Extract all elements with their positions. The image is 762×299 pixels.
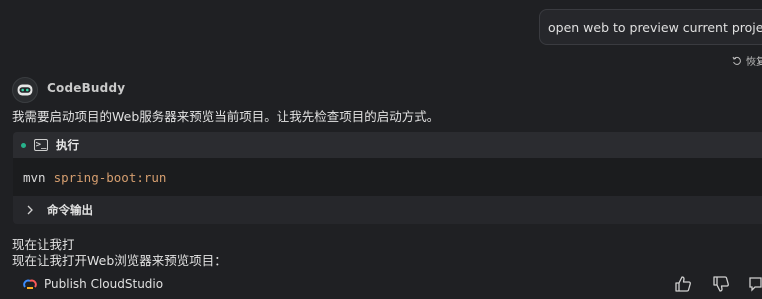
command-code: mvn spring-boot:run [13, 158, 762, 196]
thumbs-up-icon [675, 276, 691, 292]
status-dot-icon [21, 142, 26, 148]
publish-label: Publish CloudStudio [44, 277, 164, 291]
thumbs-down-icon [713, 276, 729, 292]
agent-followup-text: 现在让我打开Web浏览器来预览项目： [12, 253, 227, 268]
execute-title: 执行 [56, 138, 79, 152]
terminal-icon: >_ [34, 139, 48, 151]
more-actions-button[interactable] [746, 274, 762, 294]
user-message-bubble: open web to preview current project [539, 9, 762, 45]
chevron-right-icon [27, 205, 33, 215]
thumbs-down-button[interactable] [711, 274, 731, 294]
restore-button[interactable]: 恢复 [732, 53, 762, 68]
agent-intro-text: 我需要启动项目的Web服务器来预览当前项目。让我先检查项目的启动方式。 [12, 109, 440, 124]
execute-command-block: >_ 执行 mvn spring-boot:run 命令输出 [13, 132, 762, 224]
command-name: mvn [23, 169, 46, 185]
agent-name: CodeBuddy [47, 81, 126, 95]
restore-icon [732, 56, 741, 65]
restore-label: 恢复 [746, 57, 762, 68]
user-message-text: open web to preview current project [548, 19, 762, 35]
thumbs-up-button[interactable] [673, 274, 693, 294]
execute-header: >_ 执行 [13, 132, 762, 158]
publish-cloudstudio-button[interactable]: Publish CloudStudio [22, 277, 163, 291]
command-output-label: 命令输出 [47, 203, 93, 217]
command-args: spring-boot:run [53, 169, 167, 185]
codebuddy-avatar [12, 77, 38, 103]
command-output-toggle[interactable]: 命令输出 [13, 196, 762, 224]
more-icon [749, 277, 762, 292]
cloudstudio-icon [23, 279, 37, 289]
